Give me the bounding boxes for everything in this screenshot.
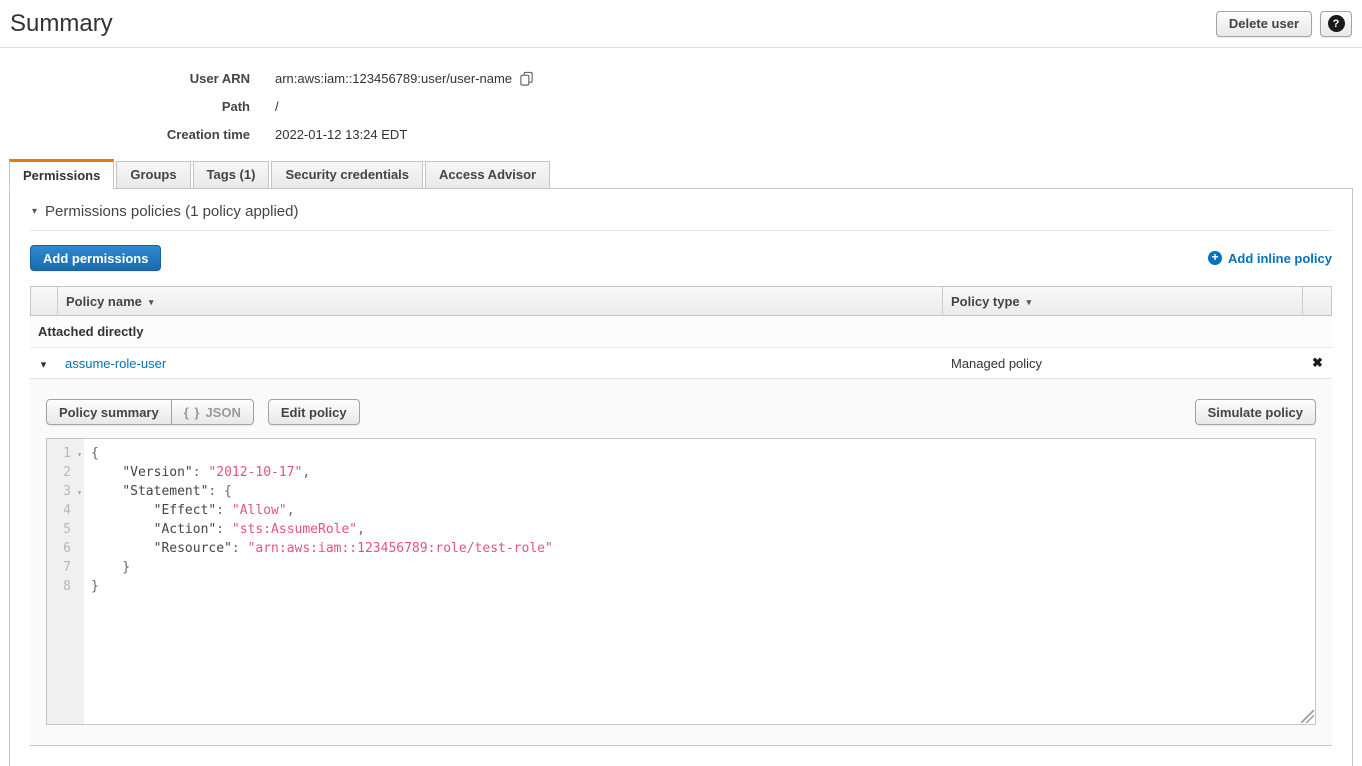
expand-column-header [31,287,58,315]
copy-icon[interactable] [519,71,534,86]
tab-groups[interactable]: Groups [116,161,190,189]
tab-permissions[interactable]: Permissions [9,159,114,190]
permissions-tab-panel: ▾ Permissions policies (1 policy applied… [9,188,1353,766]
permissions-policies-heading[interactable]: ▾ Permissions policies (1 policy applied… [30,201,1332,231]
question-mark-icon: ? [1328,15,1345,32]
editor-code[interactable]: { "Version": "2012-10-17", "Statement": … [84,439,1315,724]
chevron-down-icon: ▾ [32,206,37,217]
code-line: "Resource": "arn:aws:iam::123456789:role… [91,539,1315,558]
policy-table-row: ▾ assume-role-user Managed policy ✖ [30,348,1332,379]
line-number: 5 [47,520,84,539]
user-arn-row: User ARN arn:aws:iam::123456789:user/use… [0,64,1362,92]
line-number: 7 [47,558,84,577]
line-number: 2 [47,463,84,482]
policies-toolbar: Add permissions + Add inline policy [30,245,1332,271]
policy-detail-panel: Policy summary { } JSON Edit policy Simu… [30,379,1332,746]
simulate-policy-button[interactable]: Simulate policy [1195,399,1316,425]
code-line: { [91,444,1315,463]
tab-bar: Permissions Groups Tags (1) Security cre… [9,158,1362,189]
path-row: Path / [0,92,1362,120]
help-button[interactable]: ? [1320,11,1352,37]
row-expand-toggle[interactable]: ▾ [30,356,57,371]
creation-time-label: Creation time [0,127,250,142]
code-line: "Statement": { [91,482,1315,501]
policy-name-column-header[interactable]: Policy name ▾ [58,287,942,315]
json-policy-editor[interactable]: 1▾23▾45678 { "Version": "2012-10-17", "S… [46,438,1316,725]
tab-security-credentials[interactable]: Security credentials [271,161,423,189]
path-label: Path [0,99,250,114]
user-arn-value: arn:aws:iam::123456789:user/user-name [275,71,512,86]
policy-table-header: Policy name ▾ Policy type ▾ [30,286,1332,316]
policy-name-link[interactable]: assume-role-user [65,356,166,371]
line-number: 8 [47,577,84,596]
braces-icon: { } [184,405,201,420]
tab-tags[interactable]: Tags (1) [193,161,270,189]
plus-circle-icon: + [1208,251,1222,265]
json-view-button[interactable]: { } JSON [171,399,254,425]
policy-view-switcher: Policy summary { } JSON [46,399,254,425]
attached-directly-group-row: Attached directly [30,316,1332,348]
delete-user-button[interactable]: Delete user [1216,11,1312,37]
code-line: "Version": "2012-10-17", [91,463,1315,482]
code-line: "Effect": "Allow", [91,501,1315,520]
user-info: User ARN arn:aws:iam::123456789:user/use… [0,64,1362,148]
code-line: } [91,558,1315,577]
edit-policy-button[interactable]: Edit policy [268,399,360,425]
code-line: "Action": "sts:AssumeRole", [91,520,1315,539]
policy-table: Policy name ▾ Policy type ▾ Attached dir… [30,286,1332,746]
add-permissions-button[interactable]: Add permissions [30,245,161,271]
user-arn-label: User ARN [0,71,250,86]
policy-type-column-header[interactable]: Policy type ▾ [942,287,1302,315]
detach-policy-icon[interactable]: ✖ [1312,355,1323,370]
actions-column-header [1302,287,1331,315]
editor-resize-handle[interactable] [1301,710,1314,723]
sort-caret-icon: ▾ [1027,295,1032,308]
policy-type-cell: Managed policy [943,356,1303,371]
fold-caret-icon[interactable]: ▾ [77,483,82,502]
sort-caret-icon: ▾ [149,295,154,308]
add-inline-policy-link[interactable]: + Add inline policy [1208,251,1332,266]
section-title: Permissions policies (1 policy applied) [45,203,298,220]
line-number: 6 [47,539,84,558]
fold-caret-icon[interactable]: ▾ [77,445,82,464]
policy-detail-toolbar: Policy summary { } JSON Edit policy Simu… [46,399,1316,425]
line-number: 3▾ [47,482,84,501]
page-title: Summary [10,10,113,38]
page-header: Summary Delete user ? [0,0,1362,48]
chevron-down-icon: ▾ [41,359,47,371]
line-number: 1▾ [47,444,84,463]
creation-time-row: Creation time 2022-01-12 13:24 EDT [0,120,1362,148]
line-number: 4 [47,501,84,520]
code-line: } [91,577,1315,596]
header-actions: Delete user ? [1216,11,1352,37]
path-value: / [275,99,279,114]
policy-summary-button[interactable]: Policy summary [46,399,172,425]
editor-gutter: 1▾23▾45678 [47,439,84,724]
creation-time-value: 2022-01-12 13:24 EDT [275,127,407,142]
tab-access-advisor[interactable]: Access Advisor [425,161,550,189]
